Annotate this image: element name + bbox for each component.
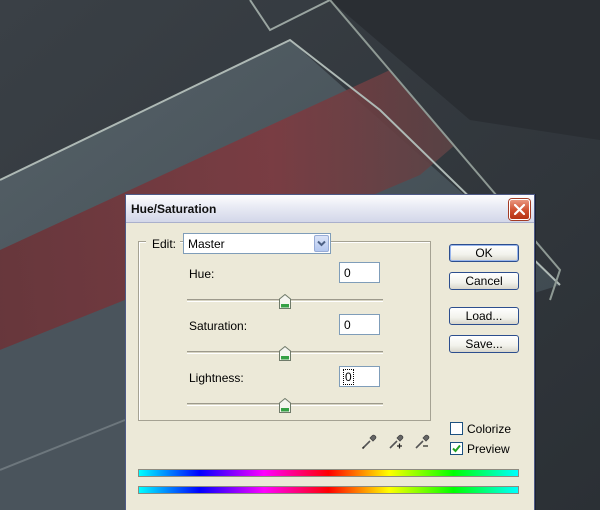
edit-select[interactable]: Master	[183, 233, 331, 254]
adjustment-group	[138, 241, 431, 421]
preview-checkbox[interactable]	[450, 442, 463, 455]
edit-select-value: Master	[188, 237, 225, 251]
eyedropper-minus-icon[interactable]	[413, 433, 431, 451]
hue-value: 0	[344, 266, 351, 280]
close-button[interactable]	[509, 199, 530, 220]
save-button[interactable]: Save...	[449, 335, 519, 353]
edit-label: Edit:	[146, 237, 181, 251]
hue-saturation-dialog: Hue/Saturation Edit: Master Hue: 0 Satur…	[125, 194, 535, 510]
title-bar[interactable]: Hue/Saturation	[126, 195, 534, 223]
hue-slider-thumb[interactable]	[279, 294, 291, 309]
lightness-value: 0	[343, 369, 354, 385]
input-spectrum-bar	[138, 469, 519, 477]
output-spectrum-bar	[138, 486, 519, 494]
chevron-down-icon[interactable]	[314, 235, 329, 252]
hue-input[interactable]: 0	[339, 262, 380, 283]
saturation-value: 0	[344, 318, 351, 332]
lightness-slider-thumb[interactable]	[279, 398, 291, 413]
preview-label[interactable]: Preview	[467, 442, 510, 456]
saturation-slider-thumb[interactable]	[279, 346, 291, 361]
colorize-label[interactable]: Colorize	[467, 422, 511, 436]
eyedropper-plus-icon[interactable]	[387, 433, 405, 451]
load-button[interactable]: Load...	[449, 307, 519, 325]
check-mark-icon	[452, 444, 461, 453]
ok-button[interactable]: OK	[449, 244, 519, 262]
lightness-input[interactable]: 0	[339, 366, 380, 387]
close-icon	[514, 204, 525, 215]
saturation-input[interactable]: 0	[339, 314, 380, 335]
eyedropper-icon[interactable]	[360, 433, 378, 451]
lightness-label: Lightness:	[189, 371, 244, 385]
colorize-checkbox[interactable]	[450, 422, 463, 435]
saturation-label: Saturation:	[189, 319, 248, 333]
dialog-title: Hue/Saturation	[131, 202, 217, 216]
cancel-button[interactable]: Cancel	[449, 272, 519, 290]
hue-label: Hue:	[189, 267, 215, 281]
